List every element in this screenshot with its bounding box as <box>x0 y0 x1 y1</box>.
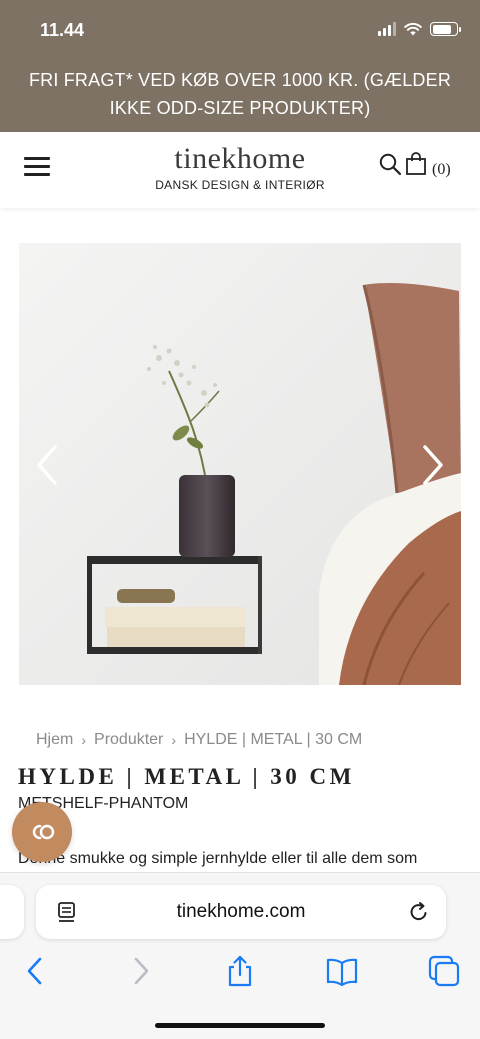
chevron-right-icon: › <box>81 732 87 748</box>
breadcrumb: Hjem › Produkter › HYLDE | METAL | 30 CM <box>36 731 362 749</box>
forward-arrow-icon[interactable] <box>124 955 156 987</box>
status-bar: 11.44 <box>0 0 480 62</box>
chat-icon <box>32 824 55 840</box>
product-image-carousel[interactable] <box>19 243 461 685</box>
cart-count[interactable]: (0) <box>432 161 451 179</box>
chat-button[interactable] <box>12 802 72 862</box>
bookmarks-icon[interactable] <box>326 955 358 987</box>
breadcrumb-home[interactable]: Hjem <box>36 731 73 749</box>
product-description: Denne smukke og simple jernhylde eller t… <box>18 850 418 867</box>
back-arrow-icon[interactable] <box>20 955 52 987</box>
search-icon[interactable] <box>378 152 402 176</box>
product-title: HYLDE | METAL | 30 CM <box>18 764 355 789</box>
site-header: tinekhome DANSK DESIGN & INTERIØR (0) <box>0 132 480 208</box>
free-shipping-banner: FRI FRAGT* VED KØB OVER 1000 KR. (GÆLDER… <box>28 70 452 118</box>
battery-icon <box>430 22 461 36</box>
wifi-icon <box>404 22 422 36</box>
address-bar[interactable]: tinekhome.com <box>36 885 446 939</box>
reload-icon[interactable] <box>408 901 430 923</box>
breadcrumb-current: HYLDE | METAL | 30 CM <box>184 731 363 748</box>
status-time: 11.44 <box>40 20 85 40</box>
browser-toolbar: tinekhome.com <box>0 872 480 1039</box>
top-banner-area: 11.44 FRI FRAGT* VED KØB OVER 1000 KR. (… <box>0 0 480 132</box>
tabs-icon[interactable] <box>428 955 460 987</box>
chevron-right-icon: › <box>171 732 177 748</box>
breadcrumb-products[interactable]: Produkter <box>94 731 163 749</box>
status-icons <box>378 22 461 36</box>
logo-tagline: DANSK DESIGN & INTERIØR <box>155 178 325 192</box>
home-indicator <box>155 1023 325 1028</box>
product-photo <box>19 243 461 685</box>
url-text[interactable]: tinekhome.com <box>36 901 446 923</box>
share-icon[interactable] <box>224 955 256 987</box>
chevron-left-icon[interactable] <box>31 443 65 487</box>
chevron-right-icon[interactable] <box>415 443 449 487</box>
shopping-bag-icon[interactable] <box>405 151 427 175</box>
cellular-signal-icon <box>378 22 396 36</box>
previous-tab-preview[interactable] <box>0 885 24 939</box>
